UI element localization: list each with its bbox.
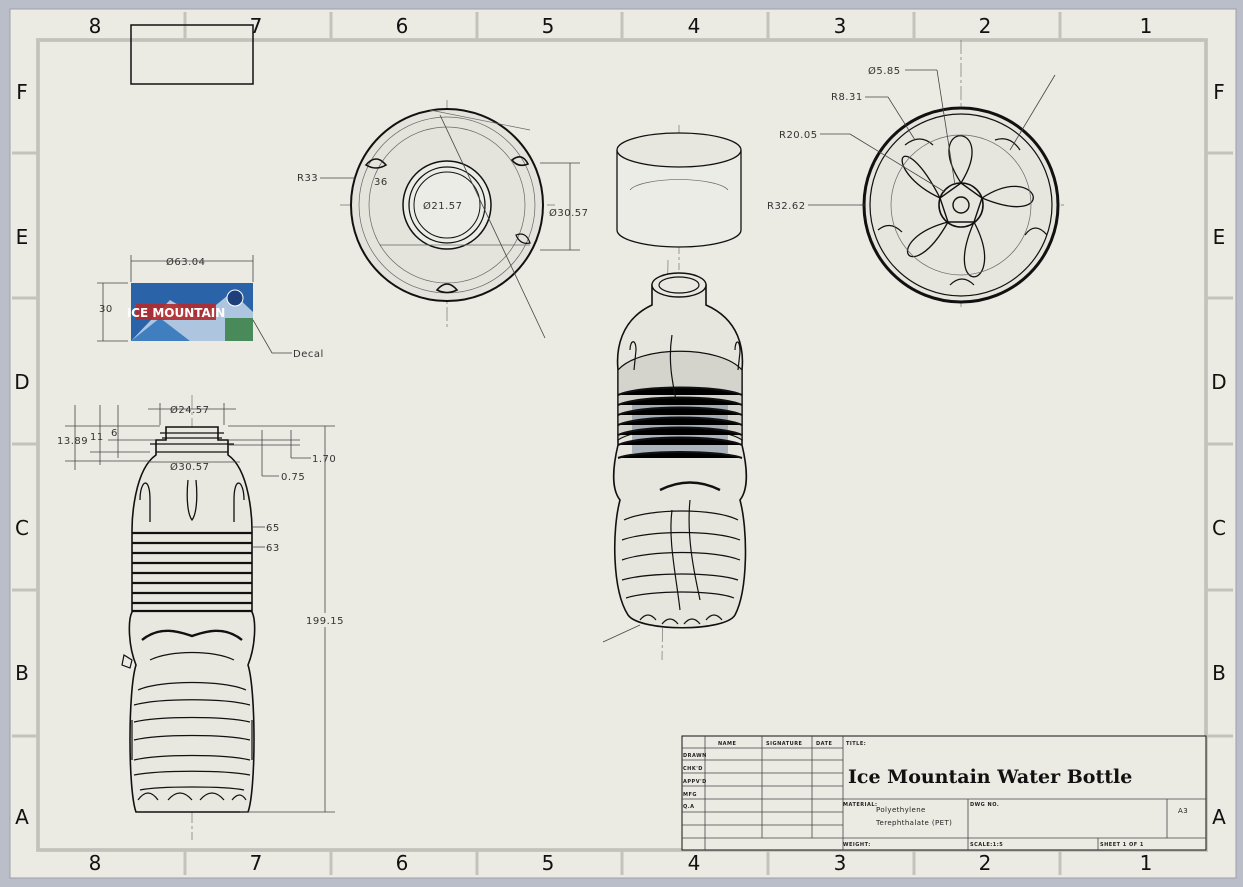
tb-row-drawn: DRAWN (683, 753, 707, 759)
zone-right-B: B (1212, 661, 1226, 685)
zone-left-F: F (16, 80, 28, 104)
dim-d30-57-top: Ø30.57 (549, 207, 589, 219)
zone-top-1: 1 (1140, 14, 1153, 38)
title-block: NAME SIGNATURE DATE DRAWN CHK'D APPV'D M… (681, 735, 1207, 851)
zone-right-E: E (1213, 225, 1226, 249)
tb-row-appvd: APPV'D (683, 779, 707, 785)
tb-scale-label: SCALE:1:5 (970, 842, 1003, 848)
zone-left-A: A (15, 805, 29, 829)
dim-d63-04: Ø63.04 (166, 256, 206, 268)
drawing-title: Ice Mountain Water Bottle (848, 766, 1132, 788)
zone-bottom-6: 6 (396, 851, 409, 875)
tb-dwg-label: DWG NO. (970, 802, 999, 808)
dim-6: 6 (111, 428, 118, 439)
dim-r20-05: R20.05 (779, 130, 818, 141)
dim-r32-62: R32.62 (767, 201, 806, 212)
tb-sheet-label: SHEET 1 OF 1 (1100, 842, 1144, 848)
dim-d21-57: Ø21.57 (423, 200, 463, 212)
zone-right-F: F (1213, 80, 1225, 104)
zone-top-7: 7 (250, 14, 263, 38)
dim-36: 36 (374, 177, 388, 188)
zone-bottom-8: 8 (89, 851, 102, 875)
dim-d30-57-front: Ø30.57 (170, 461, 210, 473)
dim-d5-85: Ø5.85 (868, 65, 901, 77)
dim-65: 65 (266, 523, 280, 534)
zone-bottom-7: 7 (250, 851, 263, 875)
tb-material-line1: Polyethylene (876, 806, 926, 814)
tb-weight-label: WEIGHT: (843, 842, 871, 848)
tb-row-chkd: CHK'D (683, 766, 703, 772)
tb-material-line2: Terephthalate (PET) (875, 819, 952, 827)
zone-top-8: 8 (89, 14, 102, 38)
tb-col-name: NAME (718, 741, 737, 747)
dim-d24-57: Ø24.57 (170, 404, 210, 416)
zone-left-C: C (15, 516, 29, 540)
zone-bottom-5: 5 (542, 851, 555, 875)
tb-row-qa: Q.A (683, 804, 695, 810)
dim-11: 11 (90, 432, 104, 443)
zone-bottom-4: 4 (688, 851, 701, 875)
dim-199-15: 199.15 (306, 616, 344, 627)
decal-callout: Decal (293, 349, 324, 360)
dim-r33: R33 (297, 173, 318, 184)
decal-brand: ICE MOUNTAIN (127, 306, 226, 320)
zone-left-D: D (14, 370, 29, 394)
tb-col-signature: SIGNATURE (766, 741, 803, 747)
zone-bottom-2: 2 (979, 851, 992, 875)
dim-13-89: 13.89 (57, 436, 88, 447)
tb-col-date: DATE (816, 741, 833, 747)
dim-decal-height: 30 (99, 304, 113, 315)
drawing-sheet: 8 7 6 5 4 3 2 1 8 7 6 5 4 3 2 1 F E D C … (9, 8, 1237, 879)
zone-top-2: 2 (979, 14, 992, 38)
dim-1-70: 1.70 (312, 454, 336, 465)
zone-bottom-3: 3 (834, 851, 847, 875)
tb-row-mfg: MFG (683, 792, 697, 798)
zone-top-4: 4 (688, 14, 701, 38)
zone-bottom-1: 1 (1140, 851, 1153, 875)
dim-0-75: 0.75 (281, 472, 305, 483)
zone-top-5: 5 (542, 14, 555, 38)
zone-top-6: 6 (396, 14, 409, 38)
tb-material-label: MATERIAL: (843, 802, 878, 808)
zone-right-A: A (1212, 805, 1226, 829)
dim-63: 63 (266, 543, 280, 554)
zone-right-C: C (1212, 516, 1226, 540)
tb-size: A3 (1178, 807, 1188, 815)
zone-right-D: D (1211, 370, 1226, 394)
zone-left-E: E (16, 225, 29, 249)
zone-left-B: B (15, 661, 29, 685)
zone-top-3: 3 (834, 14, 847, 38)
tb-title-label: TITLE: (846, 741, 866, 747)
dim-r8-31: R8.31 (831, 92, 863, 103)
